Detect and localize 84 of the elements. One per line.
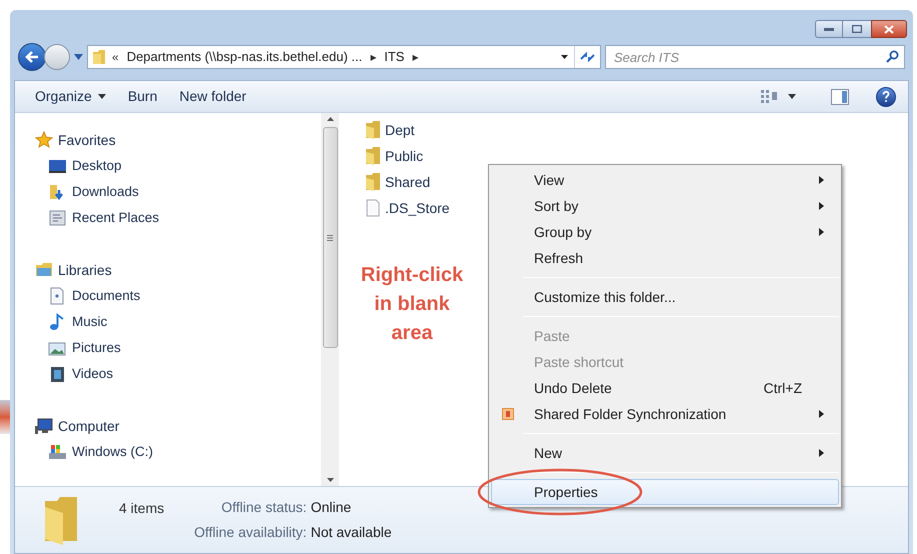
submenu-arrow-icon <box>819 228 824 236</box>
search-field[interactable]: Search ITS <box>605 45 905 69</box>
nav-group[interactable]: Libraries <box>58 260 112 280</box>
breadcrumb-item[interactable]: ITS <box>384 47 404 67</box>
scroll-up-arrow-icon[interactable] <box>326 117 334 121</box>
scroll-down-arrow-icon[interactable] <box>326 478 334 482</box>
breadcrumb-separator[interactable]: ▸ <box>412 48 418 66</box>
folder-icon <box>365 147 381 165</box>
detail-value: Online <box>310 498 352 517</box>
star-icon <box>35 131 53 149</box>
nav-item[interactable]: Documents <box>72 286 140 306</box>
detail-label: Offline status: <box>220 498 307 517</box>
refresh-arrows-icon <box>580 51 595 63</box>
menu-item[interactable]: Group by <box>491 219 839 245</box>
menu-item[interactable]: Undo Delete Ctrl+Z <box>491 375 839 401</box>
breadcrumb-item[interactable]: Departments (\\bsp-nas.its.bethel.edu) ... <box>126 47 362 67</box>
monitor-icon <box>48 157 66 175</box>
nav-item[interactable]: Recent Places <box>72 208 160 228</box>
scrollbar[interactable] <box>321 113 339 486</box>
question-mark-icon <box>882 91 890 102</box>
shortcut-text: Ctrl+Z <box>764 378 802 398</box>
annotation-text: Right-click in blank area <box>360 263 464 346</box>
search-icon <box>886 50 899 63</box>
toolbar-button[interactable]: Burn <box>120 84 166 108</box>
toolbar-button[interactable]: Organize <box>27 84 114 108</box>
pane-icon <box>831 88 849 104</box>
menu-item[interactable]: Refresh <box>491 245 839 271</box>
menu-item[interactable]: Properties <box>491 479 839 505</box>
nav-item[interactable]: Music <box>72 312 108 332</box>
detail-value: Not available <box>310 523 392 542</box>
grid-view-icon <box>760 88 778 104</box>
nav-item[interactable]: Downloads <box>72 182 139 202</box>
document-icon <box>48 287 66 305</box>
drive-icon <box>48 443 66 461</box>
menu-item[interactable]: Customize this folder... <box>491 284 839 310</box>
sync-badge-icon <box>502 408 514 420</box>
breadcrumb-separator[interactable]: ▸ <box>370 48 376 66</box>
breadcrumb-separator[interactable]: « <box>112 48 119 66</box>
music-note-icon <box>48 313 66 331</box>
folder-icon <box>365 121 381 139</box>
minimize-button[interactable] <box>815 20 843 38</box>
maximize-icon <box>852 25 862 33</box>
film-icon <box>48 365 66 383</box>
file-item[interactable]: .DS_Store <box>385 198 450 218</box>
back-arrow-icon <box>25 51 39 63</box>
nav-item[interactable]: Desktop <box>72 156 122 176</box>
recent-places-icon <box>48 209 66 227</box>
scrollbar-thumb[interactable] <box>322 127 338 348</box>
nav-item[interactable]: Windows (C:) <box>72 442 154 462</box>
close-icon <box>884 24 894 34</box>
submenu-arrow-icon <box>819 176 824 184</box>
nav-group[interactable]: Favorites <box>58 130 116 150</box>
menu-item[interactable]: Sort by <box>491 193 839 219</box>
caret-icon <box>788 94 796 99</box>
blank-file-icon <box>365 199 381 217</box>
menu-item[interactable]: New <box>491 440 839 466</box>
folder-icon <box>365 173 381 191</box>
submenu-arrow-icon <box>819 202 824 210</box>
caret-icon <box>98 94 106 99</box>
library-icon <box>35 261 53 279</box>
back-button[interactable] <box>18 43 46 71</box>
file-item[interactable]: Dept <box>385 120 415 140</box>
folder-icon <box>92 49 106 65</box>
file-item[interactable]: Public <box>385 146 424 166</box>
grip-icon <box>327 234 333 240</box>
file-item[interactable]: Shared <box>385 172 430 192</box>
nav-item[interactable]: Pictures <box>72 338 121 358</box>
menu-item[interactable]: View <box>491 167 839 193</box>
computer-icon <box>35 417 53 435</box>
address-bar[interactable]: « Departments (\\bsp-nas.its.bethel.edu) ... ▸ ITS ▸ <box>87 45 601 69</box>
dropdown-caret-icon[interactable] <box>561 55 568 59</box>
submenu-arrow-icon <box>819 410 824 418</box>
nav-group[interactable]: Computer <box>58 416 120 436</box>
minimize-icon <box>824 27 834 31</box>
nav-item[interactable]: Videos <box>72 364 114 384</box>
close-button[interactable] <box>871 20 907 38</box>
toolbar-button[interactable]: New folder <box>171 84 254 108</box>
detail-label: Offline availability: <box>194 523 307 542</box>
maximize-button[interactable] <box>843 20 871 38</box>
download-folder-icon <box>48 183 66 201</box>
submenu-arrow-icon <box>819 449 824 457</box>
menu-item[interactable]: Shared Folder Synchronization <box>491 401 839 427</box>
help-button[interactable] <box>876 86 896 106</box>
item-count: 4 items <box>119 499 164 518</box>
